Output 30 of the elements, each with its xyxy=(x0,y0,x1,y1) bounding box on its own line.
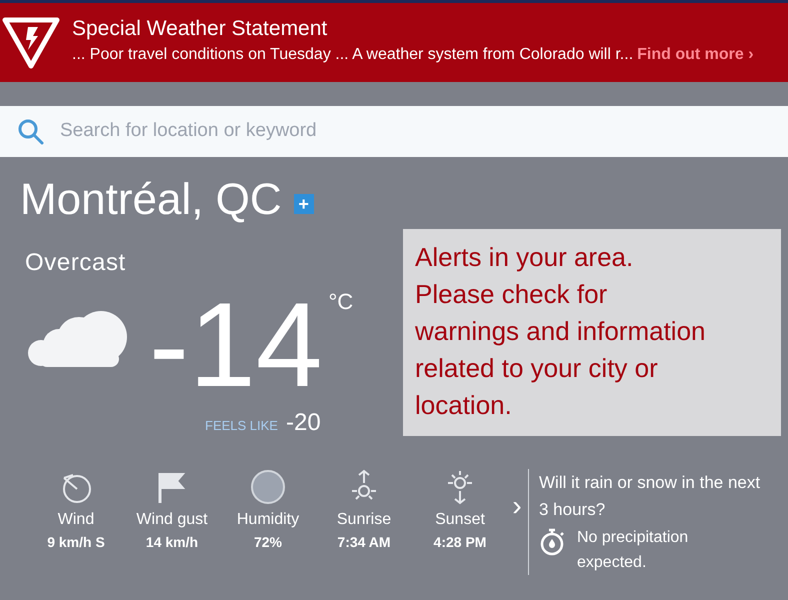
feels-like-label: FEELS LIKE xyxy=(205,417,278,435)
temperature-unit: °C xyxy=(328,288,354,316)
humidity-icon xyxy=(250,469,286,505)
search-bar[interactable]: Search for location or keyword xyxy=(0,106,788,157)
precipitation-question: Will it rain or snow in the next 3 hours? xyxy=(539,472,762,521)
alert-title: Special Weather Statement xyxy=(72,16,328,42)
city-name: Montréal, QC xyxy=(20,174,282,226)
metric-value: 72% xyxy=(254,533,282,552)
metric-label: Wind gust xyxy=(136,510,208,530)
metric-value: 9 km/h S xyxy=(47,533,105,552)
search-field[interactable]: Search for location or keyword xyxy=(60,117,770,146)
metric-value: 7:34 AM xyxy=(337,533,391,552)
condition-text: Overcast xyxy=(25,248,127,278)
metric-label: Humidity xyxy=(236,510,300,530)
feels-like-value: -20 xyxy=(286,408,321,438)
precipitation-answer: No precipitation expected. xyxy=(577,528,690,573)
find-out-more-link[interactable]: Find out more › xyxy=(637,43,754,67)
search-icon xyxy=(18,118,44,144)
metric-label: Sunrise xyxy=(336,510,392,530)
metric-value: 4:28 PM xyxy=(434,533,486,552)
next-arrow-button[interactable]: › xyxy=(508,485,526,527)
area-alert-text: Alerts in your area. Please check for warnings and information related to your city or location. xyxy=(415,241,706,422)
add-location-button[interactable]: + xyxy=(294,194,314,214)
metric-label: Wind xyxy=(58,510,94,530)
metric-value: 14 km/h xyxy=(146,533,198,552)
alert-summary: ... Poor travel conditions on Tuesday ... A weather system from Colorado will r... xyxy=(72,45,634,65)
metric-label: Sunset xyxy=(435,510,485,530)
warning-triangle-icon xyxy=(2,17,60,69)
temperature-value: -14 xyxy=(149,285,322,405)
stopwatch-icon xyxy=(539,527,565,557)
